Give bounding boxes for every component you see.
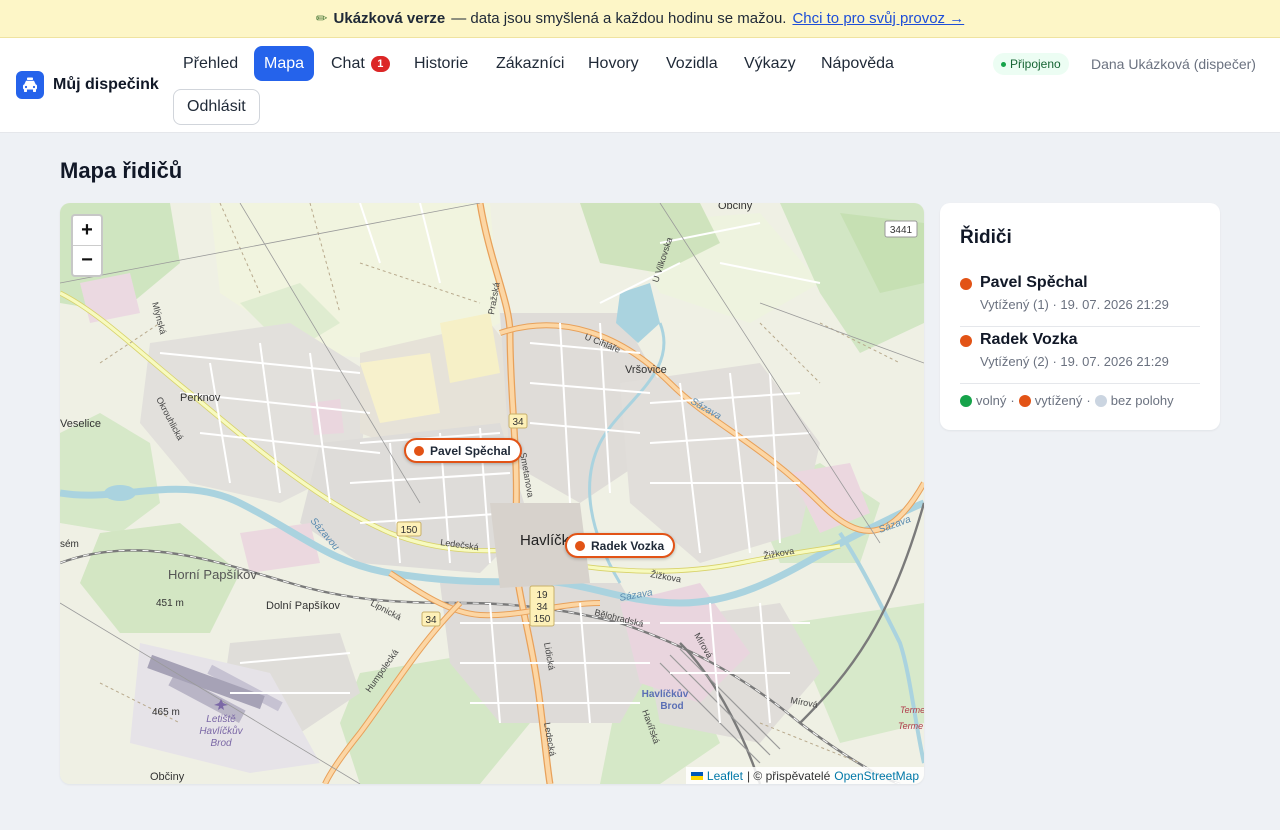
marker-label: Pavel Spěchal xyxy=(430,443,511,458)
taxi-icon xyxy=(16,71,44,99)
driver-name: Radek Vozka xyxy=(980,331,1078,348)
elevation-465: 465 m xyxy=(152,707,180,718)
place-veselice: Veselice xyxy=(60,418,101,430)
place-terme-2: Terme xyxy=(898,721,923,731)
panel-title: Řidiči xyxy=(960,227,1012,248)
legend-dot-busy xyxy=(1018,394,1031,407)
leaflet-link[interactable]: Leaflet xyxy=(707,769,743,783)
place-obciny-bottom: Občiny xyxy=(150,771,185,783)
station-label-1: Havlíčkův xyxy=(642,688,689,700)
top-header: Můj dispečink Přehled Mapa Chat 1 Histor… xyxy=(0,38,1280,133)
nav-vykazy[interactable]: Výkazy xyxy=(734,46,806,81)
road-shield-34: 34 xyxy=(512,417,524,428)
road-shield-34c: 34 xyxy=(425,615,437,626)
legend-sep: · xyxy=(1010,393,1015,408)
ukraine-flag-icon xyxy=(690,771,703,780)
connection-status-badge: Připojeno xyxy=(993,53,1069,75)
pencil-icon: ✏ xyxy=(315,10,328,26)
marker-status-dot xyxy=(414,445,424,456)
driver-info: Vytížený (2) · 19. 07. 2026 21:29 xyxy=(980,354,1169,369)
nav-hovory[interactable]: Hovory xyxy=(578,46,649,81)
page-title: Mapa řidičů xyxy=(60,158,183,183)
airport-label-3: Brod xyxy=(210,738,232,749)
road-shield-150b: 150 xyxy=(534,614,551,625)
nav-napoveda[interactable]: Nápověda xyxy=(811,46,904,81)
place-sem: sém xyxy=(60,539,79,550)
road-shield-3441: 3441 xyxy=(890,225,913,236)
map-tiles[interactable]: 34 150 3441 19 34 150 34 Obciny Perknov … xyxy=(60,203,924,784)
status-label: Připojeno xyxy=(1010,57,1061,71)
road-shield-34b: 34 xyxy=(536,602,548,613)
place-horni-papsikov: Horní Papšíkov xyxy=(168,567,257,582)
nav-zakaznici[interactable]: Zákazníci xyxy=(486,46,574,81)
driver-info: Vytížený (1) · 19. 07. 2026 21:29 xyxy=(980,297,1169,312)
road-shield-19: 19 xyxy=(536,590,548,601)
marker-label: Radek Vozka xyxy=(591,538,665,553)
banner-title: Ukázková verze xyxy=(333,10,446,27)
place-obciny-top: Obciny xyxy=(718,203,753,212)
drivers-panel: Řidiči Pavel Spěchal Vytížený (1) · 19. … xyxy=(940,203,1220,430)
airport-label-2: Havlíčkův xyxy=(199,725,243,737)
driver-item-pavel-spechal[interactable]: Pavel Spěchal Vytížený (1) · 19. 07. 202… xyxy=(960,271,1200,327)
nav-chat[interactable]: Chat 1 xyxy=(321,46,400,81)
legend-label-busy: vytížený xyxy=(1034,393,1083,408)
logout-button[interactable]: Odhlásit xyxy=(173,89,260,125)
map-attribution: Leaflet | © přispěvatelé OpenStreetMap xyxy=(685,767,924,784)
chat-unread-badge: 1 xyxy=(370,55,390,72)
driver-item-radek-vozka[interactable]: Radek Vozka Vytížený (2) · 19. 07. 2026 … xyxy=(960,328,1200,384)
marker-status-dot xyxy=(575,540,585,551)
place-perknov: Perknov xyxy=(180,392,221,404)
nav-chat-label: Chat xyxy=(331,54,365,72)
driver-status-dot xyxy=(960,335,972,347)
demo-banner: ✏ Ukázková verze — data jsou smyšlená a … xyxy=(0,0,1280,38)
legend-label-no-position: bez polohy xyxy=(1110,393,1174,408)
brand[interactable]: Můj dispečink xyxy=(16,71,159,99)
zoom-out-button[interactable]: − xyxy=(73,246,101,276)
legend-label-free: volný xyxy=(976,393,1007,408)
road-shield-150: 150 xyxy=(401,525,418,536)
airport-label-1: Letiště xyxy=(206,714,236,725)
osm-link[interactable]: OpenStreetMap xyxy=(834,769,919,783)
current-user: Dana Ukázková (dispečer) xyxy=(1091,56,1256,72)
nav-prehled[interactable]: Přehled xyxy=(173,46,248,81)
zoom-in-button[interactable]: + xyxy=(73,216,101,246)
legend-sep: · xyxy=(1086,393,1091,408)
nav-historie[interactable]: Historie xyxy=(404,46,478,81)
station-label-2: Brod xyxy=(660,701,683,712)
driver-name: Pavel Spěchal xyxy=(980,274,1088,291)
banner-link[interactable]: Chci to pro svůj provoz → xyxy=(792,10,964,27)
attribution-text: | © přispěvatelé xyxy=(746,768,831,783)
legend-dot-no-position xyxy=(1094,394,1107,407)
place-dolni-papsikov: Dolní Papšíkov xyxy=(266,600,340,612)
banner-text: — data jsou smyšlená a každou hodinu se … xyxy=(451,10,787,27)
nav-vozidla[interactable]: Vozidla xyxy=(656,46,728,81)
zoom-control: + − xyxy=(71,214,103,277)
driver-marker-pavel-spechal[interactable]: Pavel Spěchal xyxy=(404,438,522,463)
driver-status-dot xyxy=(960,278,972,290)
legend-dot-free xyxy=(960,394,972,407)
status-dot-icon xyxy=(1001,61,1006,67)
place-terme: Terme xyxy=(900,705,924,715)
elevation-451: 451 m xyxy=(156,598,184,609)
driver-map[interactable]: 34 150 3441 19 34 150 34 Obciny Perknov … xyxy=(60,203,924,784)
place-vrsovice: Vršovice xyxy=(625,364,667,376)
place-town: Havlíčk xyxy=(520,532,570,549)
driver-marker-radek-vozka[interactable]: Radek Vozka xyxy=(565,533,676,558)
nav-mapa[interactable]: Mapa xyxy=(254,46,315,81)
brand-name: Můj dispečink xyxy=(53,76,159,93)
status-legend: volný · vytížený · bez polohy xyxy=(960,393,1174,408)
